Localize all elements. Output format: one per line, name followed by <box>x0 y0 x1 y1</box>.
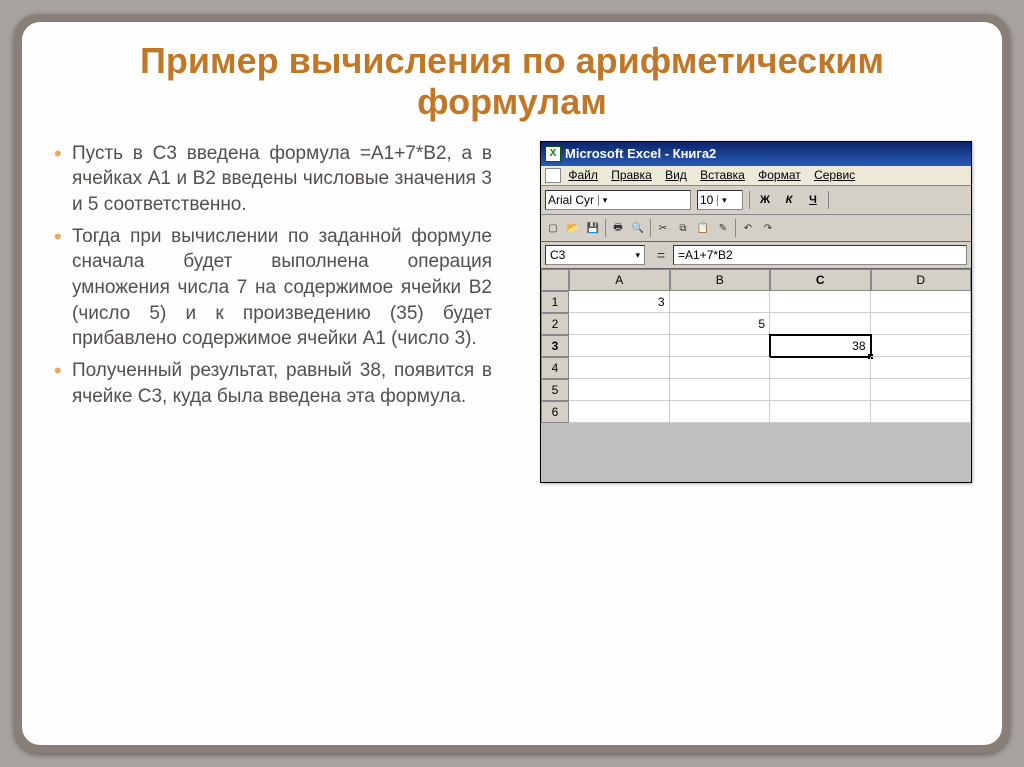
format-toolbar: Arial Cyr ▾ 10 ▾ Ж К Ч <box>541 186 971 215</box>
cell-C6[interactable] <box>770 401 871 423</box>
cell-B6[interactable] <box>670 401 771 423</box>
cut-icon[interactable]: ✂ <box>655 220 671 236</box>
row-header-1[interactable]: 1 <box>541 291 569 313</box>
chevron-down-icon: ▾ <box>598 195 611 206</box>
menu-view[interactable]: Вид <box>665 168 687 182</box>
menu-service[interactable]: Сервис <box>814 168 855 182</box>
text-column: Пусть в C3 введена формула =A1+7*B2, а в… <box>52 141 492 483</box>
equals-label: = <box>653 247 669 263</box>
name-box[interactable]: C3 ▾ <box>545 245 645 265</box>
col-header-B[interactable]: B <box>670 269 771 291</box>
cell-C5[interactable] <box>770 379 871 401</box>
cell-D2[interactable] <box>871 313 972 335</box>
cell-D5[interactable] <box>871 379 972 401</box>
cell-B2[interactable]: 5 <box>670 313 771 335</box>
underline-button[interactable]: Ч <box>804 191 822 209</box>
formula-text: =A1+7*B2 <box>678 248 733 262</box>
menu-edit[interactable]: Правка <box>611 168 652 182</box>
cell-C3[interactable]: 38 <box>770 335 871 357</box>
italic-button[interactable]: К <box>780 191 798 209</box>
separator <box>735 219 736 237</box>
cell-A1[interactable]: 3 <box>569 291 670 313</box>
new-icon[interactable]: ▢ <box>545 220 561 236</box>
open-icon[interactable]: 📂 <box>565 220 581 236</box>
two-column-layout: Пусть в C3 введена формула =A1+7*B2, а в… <box>52 141 972 483</box>
select-all-corner[interactable] <box>541 269 569 291</box>
chevron-down-icon: ▾ <box>635 250 640 261</box>
cell-D1[interactable] <box>871 291 972 313</box>
cell-C2[interactable] <box>770 313 871 335</box>
preview-icon[interactable]: 🔍 <box>630 220 646 236</box>
formula-bar: C3 ▾ = =A1+7*B2 <box>541 242 971 269</box>
separator <box>749 191 750 209</box>
row-header-5[interactable]: 5 <box>541 379 569 401</box>
slide-title: Пример вычисления по арифметическим форм… <box>52 40 972 123</box>
cell-B1[interactable] <box>670 291 771 313</box>
separator <box>828 191 829 209</box>
bullet-item: Полученный результат, равный 38, появитс… <box>52 358 492 409</box>
bullet-item: Пусть в C3 введена формула =A1+7*B2, а в… <box>52 141 492 218</box>
cell-A6[interactable] <box>569 401 670 423</box>
row-header-6[interactable]: 6 <box>541 401 569 423</box>
col-header-C[interactable]: C <box>770 269 871 291</box>
col-header-A[interactable]: A <box>569 269 670 291</box>
slide-content: Пример вычисления по арифметическим форм… <box>22 22 1002 745</box>
bullet-list: Пусть в C3 введена формула =A1+7*B2, а в… <box>52 141 492 409</box>
cell-B4[interactable] <box>670 357 771 379</box>
cell-D4[interactable] <box>871 357 972 379</box>
bold-button[interactable]: Ж <box>756 191 774 209</box>
bullet-item: Тогда при вычислении по заданной формуле… <box>52 224 492 352</box>
excel-window: X Microsoft Excel - Книга2 Файл Правка В… <box>540 141 972 483</box>
spreadsheet-grid[interactable]: A B C D 1 3 2 5 3 <box>541 269 971 423</box>
cell-C4[interactable] <box>770 357 871 379</box>
separator <box>650 219 651 237</box>
chevron-down-icon: ▾ <box>717 195 730 206</box>
row-header-4[interactable]: 4 <box>541 357 569 379</box>
formula-input[interactable]: =A1+7*B2 <box>673 245 967 265</box>
cell-value: 38 <box>852 339 865 353</box>
excel-app-icon: X <box>545 146 561 162</box>
undo-icon[interactable]: ↶ <box>740 220 756 236</box>
cell-A2[interactable] <box>569 313 670 335</box>
cell-A4[interactable] <box>569 357 670 379</box>
cell-A5[interactable] <box>569 379 670 401</box>
print-icon[interactable]: 🖶 <box>610 220 626 236</box>
name-box-value: C3 <box>550 248 565 262</box>
col-header-D[interactable]: D <box>871 269 972 291</box>
copy-icon[interactable]: ⧉ <box>675 220 691 236</box>
row-header-2[interactable]: 2 <box>541 313 569 335</box>
standard-toolbar: ▢ 📂 💾 🖶 🔍 ✂ ⧉ 📋 ✎ ↶ ↷ <box>541 215 971 242</box>
menu-file[interactable]: Файл <box>568 168 598 182</box>
menu-bar[interactable]: Файл Правка Вид Вставка Формат Сервис <box>541 166 971 186</box>
excel-titlebar[interactable]: X Microsoft Excel - Книга2 <box>541 142 971 166</box>
cell-D6[interactable] <box>871 401 972 423</box>
cell-B5[interactable] <box>670 379 771 401</box>
slide-frame: Пример вычисления по арифметическим форм… <box>14 14 1010 753</box>
save-icon[interactable]: 💾 <box>585 220 601 236</box>
menu-insert[interactable]: Вставка <box>700 168 745 182</box>
redo-icon[interactable]: ↷ <box>760 220 776 236</box>
cell-B3[interactable] <box>670 335 771 357</box>
cell-C1[interactable] <box>770 291 871 313</box>
menu-format[interactable]: Формат <box>758 168 801 182</box>
font-name-value: Arial Cyr <box>548 193 594 207</box>
format-painter-icon[interactable]: ✎ <box>715 220 731 236</box>
image-column: X Microsoft Excel - Книга2 Файл Правка В… <box>512 141 972 483</box>
paste-icon[interactable]: 📋 <box>695 220 711 236</box>
document-icon <box>545 168 561 183</box>
row-header-3[interactable]: 3 <box>541 335 569 357</box>
font-name-combo[interactable]: Arial Cyr ▾ <box>545 190 691 210</box>
separator <box>605 219 606 237</box>
cell-A3[interactable] <box>569 335 670 357</box>
cell-D3[interactable] <box>871 335 972 357</box>
font-size-combo[interactable]: 10 ▾ <box>697 190 743 210</box>
font-size-value: 10 <box>700 193 713 207</box>
excel-title-text: Microsoft Excel - Книга2 <box>565 146 716 161</box>
